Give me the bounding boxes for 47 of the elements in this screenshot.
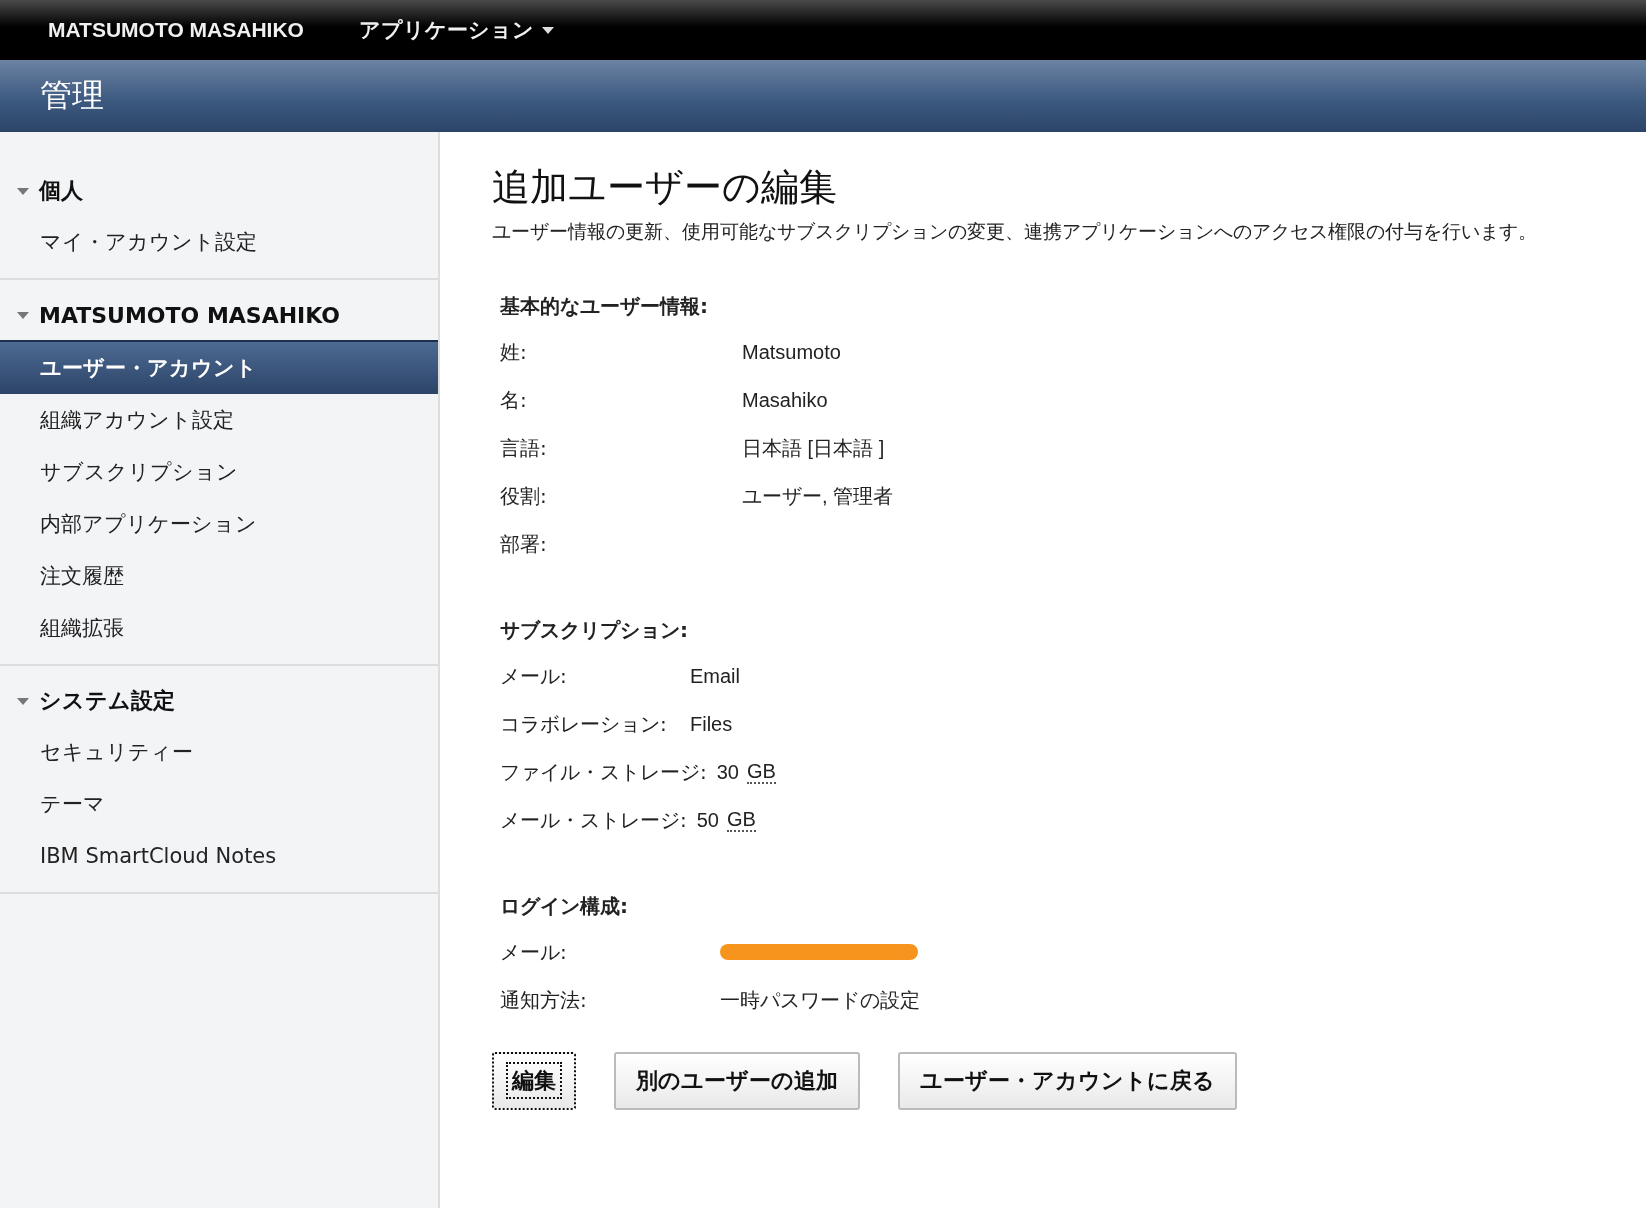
field-value: Matsumoto <box>742 340 841 364</box>
page-title: 管理 <box>40 75 104 116</box>
field-label: 部署: <box>500 530 548 558</box>
field-label: 言語: <box>500 434 548 462</box>
sidebar-item[interactable]: サブスクリプション <box>0 446 438 498</box>
action-button[interactable]: ユーザー・アカウントに戻る <box>898 1052 1237 1110</box>
applications-menu[interactable]: アプリケーション <box>358 16 554 44</box>
caret-icon <box>541 26 554 34</box>
sidebar-item[interactable]: IBM SmartCloud Notes <box>0 830 438 882</box>
section-toggle[interactable]: 個人 <box>0 166 438 216</box>
field-value: Masahiko <box>742 388 828 412</box>
field-value: ユーザー, 管理者 <box>742 483 894 509</box>
field-label: 通知方法: <box>500 986 588 1014</box>
sidebar-item[interactable]: 内部アプリケーション <box>0 498 438 550</box>
field-value: Files <box>690 712 733 736</box>
sidebar-item[interactable]: 注文履歴 <box>0 550 438 602</box>
field-label: コラボレーション: <box>500 710 668 738</box>
unit-abbreviation: GB <box>727 808 756 832</box>
sidebar-item[interactable]: マイ・アカウント設定 <box>0 216 438 268</box>
field-value: Email <box>690 664 740 688</box>
field-label: メール: <box>500 938 568 966</box>
field-label: メール: <box>500 662 568 690</box>
sidebar-item[interactable]: セキュリティー <box>0 726 438 778</box>
field-value: 30 <box>716 760 739 784</box>
field-label: 姓: <box>500 338 528 366</box>
section-heading: ログイン構成: <box>500 893 629 920</box>
sidebar-item[interactable]: 組織アカウント設定 <box>0 394 438 446</box>
action-button[interactable]: 別のユーザーの追加 <box>614 1052 860 1110</box>
sidebar-item[interactable]: ユーザー・アカウント <box>0 340 438 394</box>
section-heading: サブスクリプション: <box>500 617 689 644</box>
field-label: 役割: <box>500 482 548 510</box>
section-toggle[interactable]: MATSUMOTO MASAHIKO <box>0 290 438 340</box>
user-name-link[interactable]: MATSUMOTO MASAHIKO <box>48 18 304 42</box>
field-label: 名: <box>500 386 528 414</box>
section-toggle[interactable]: システム設定 <box>0 676 438 726</box>
field-value: 日本語 [日本語 ] <box>742 435 885 461</box>
page-heading: 追加ユーザーの編集 <box>492 164 838 211</box>
unit-abbreviation: GB <box>747 760 776 784</box>
field-label: ファイル・ストレージ: <box>500 758 707 786</box>
field-value: 50 <box>696 808 719 832</box>
field-value: 一時パスワードの設定 <box>720 987 920 1013</box>
action-button[interactable]: 編集 <box>492 1052 576 1110</box>
sidebar-item[interactable]: 組織拡張 <box>0 602 438 654</box>
field-label: メール・ストレージ: <box>500 806 687 834</box>
description-text: ユーザー情報の更新、使用可能なサブスクリプションの変更、連携アプリケーションへのアクセス権限の付与を行います。 <box>492 220 1538 244</box>
section-heading: 基本的なユーザー情報: <box>500 293 709 320</box>
sidebar-item[interactable]: テーマ <box>0 778 438 830</box>
